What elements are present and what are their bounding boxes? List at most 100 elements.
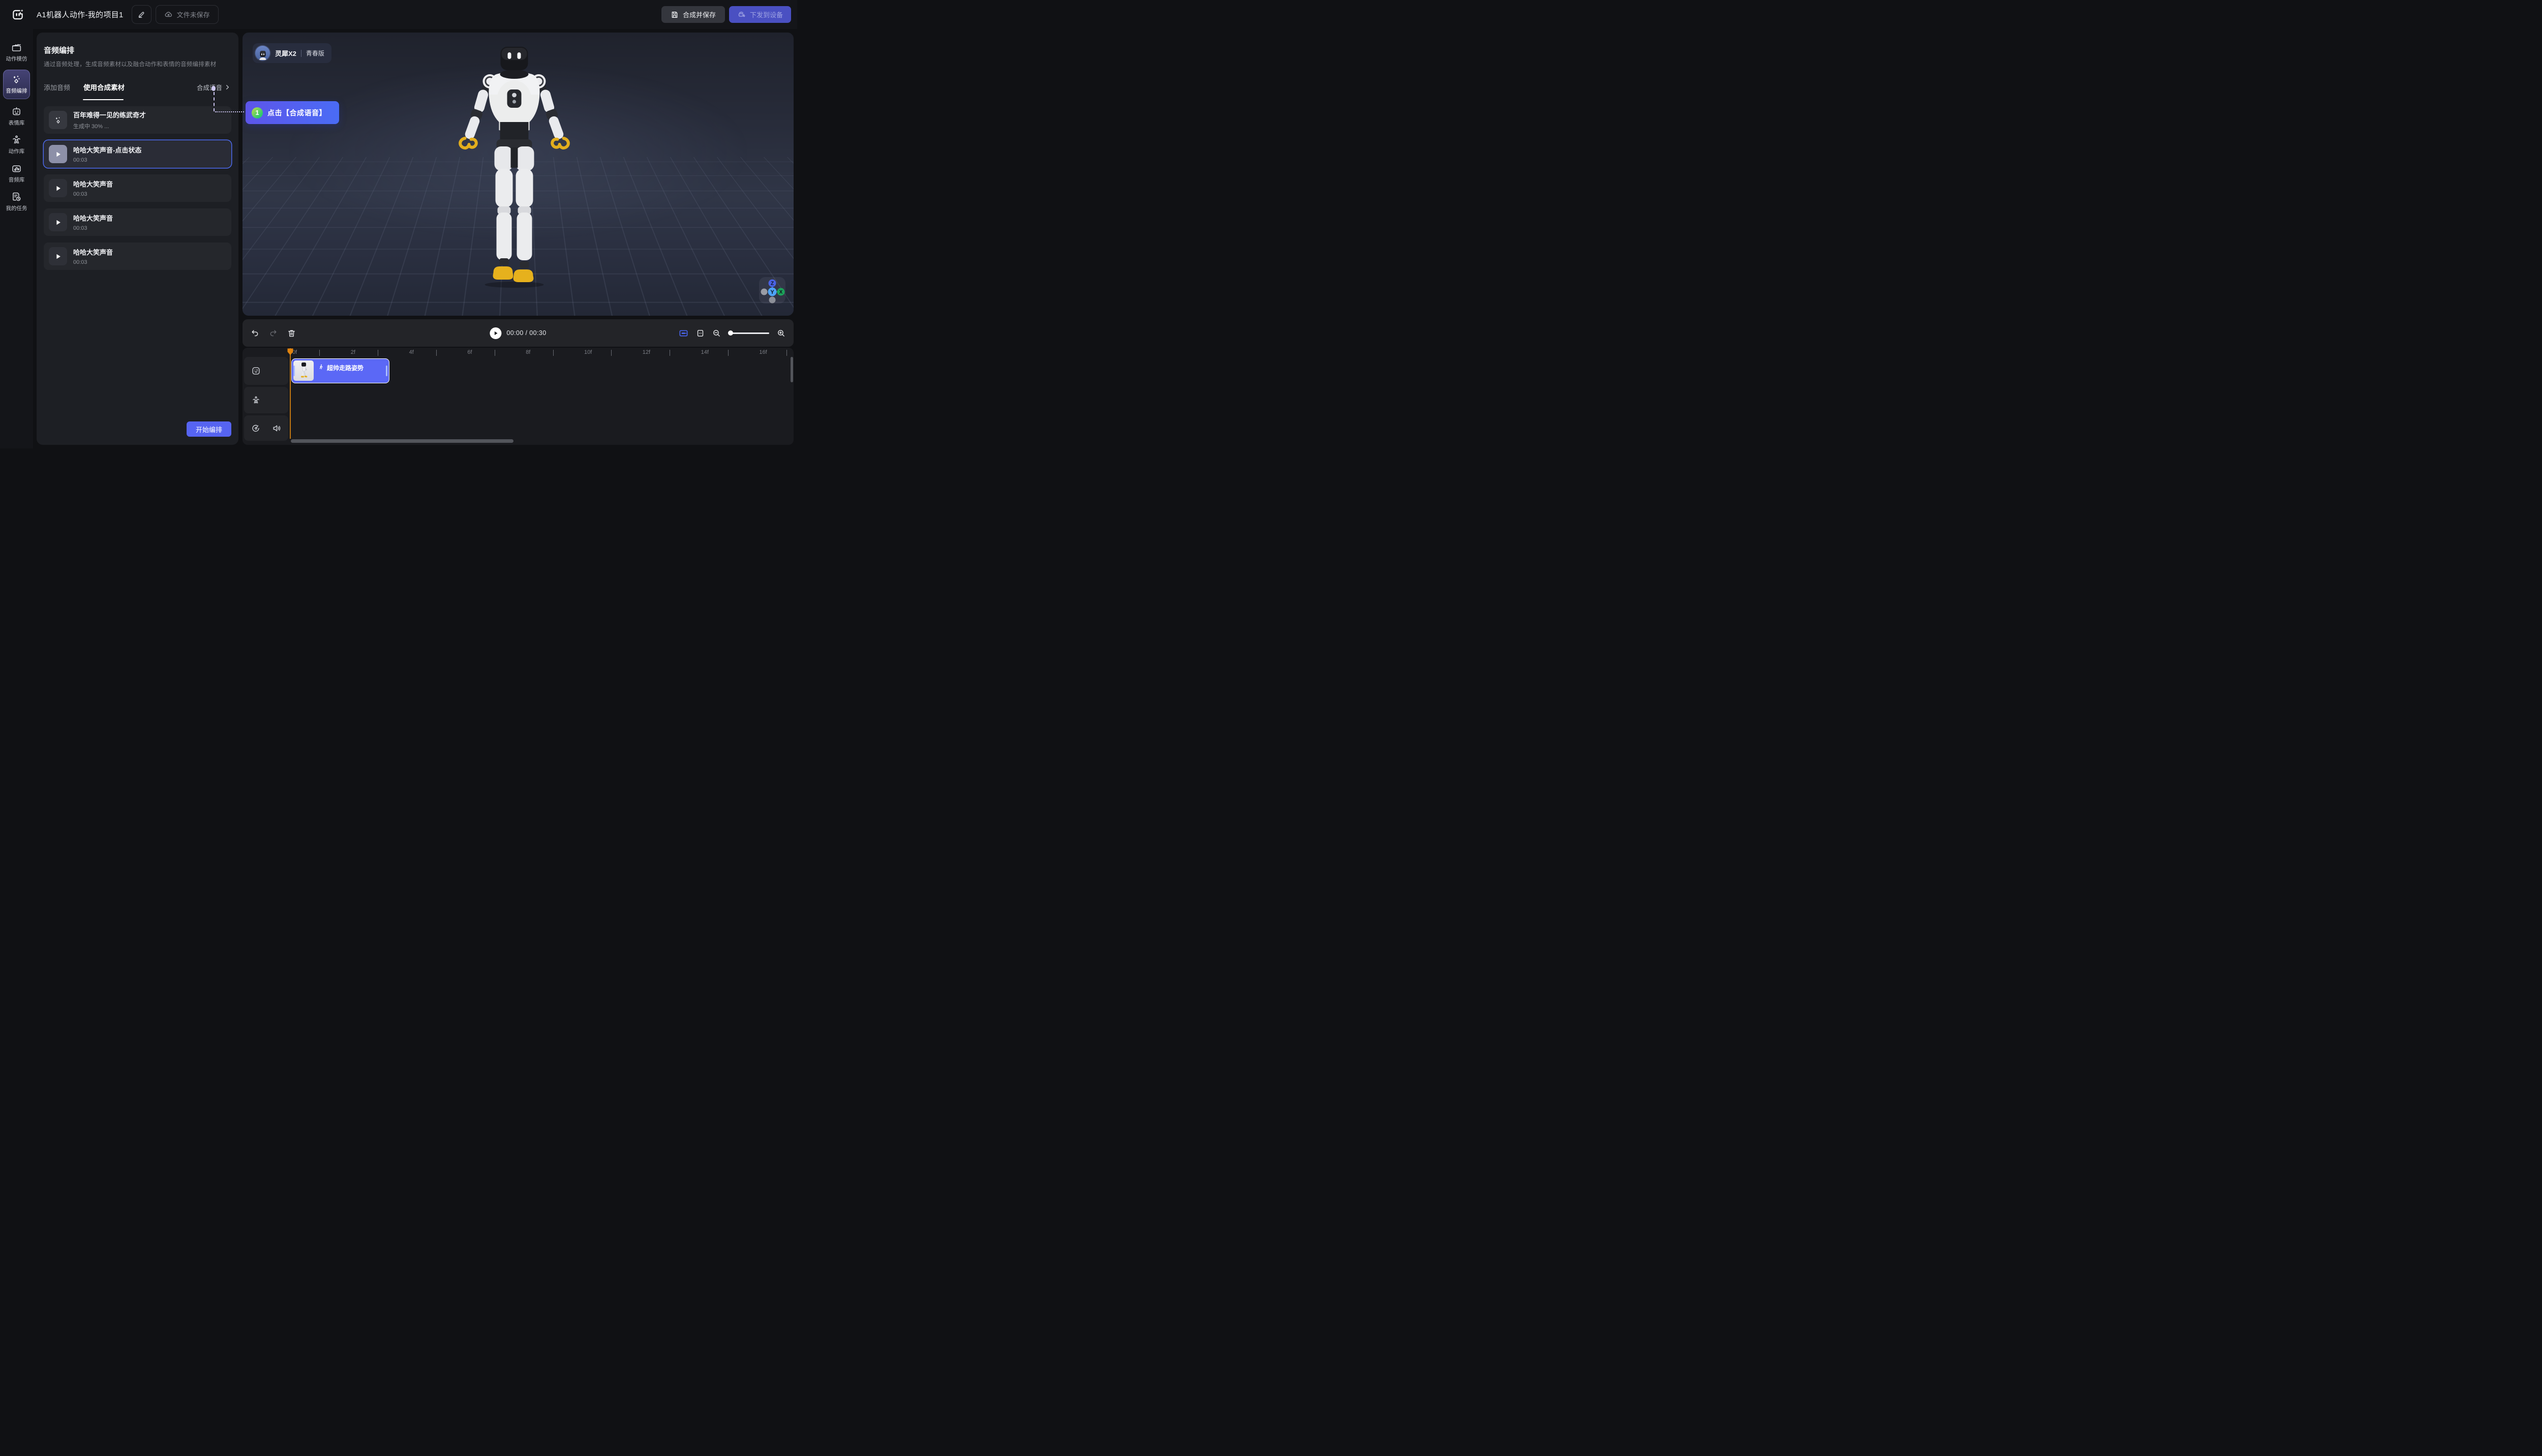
file-status-label: 文件未保存 <box>177 10 210 19</box>
track-header-expression[interactable] <box>244 357 288 385</box>
delete-clip-button[interactable] <box>287 329 296 338</box>
track-header-motion[interactable] <box>244 387 288 413</box>
clip-trim-handle-left[interactable] <box>293 366 295 376</box>
track-header-audio[interactable] <box>244 415 288 441</box>
guide-step-badge: 1 <box>252 107 263 118</box>
sidebar-item-motion-library[interactable]: 动作库 <box>0 131 33 159</box>
save-button[interactable]: 合成并保存 <box>661 6 725 23</box>
guide-connector-hline <box>215 111 244 112</box>
play-icon[interactable] <box>49 247 67 265</box>
sidebar-item-motion-mimic[interactable]: 动作模仿 <box>0 38 33 67</box>
robot-avatar <box>255 46 270 60</box>
audio-item-duration: 00:03 <box>73 225 113 231</box>
audio-item[interactable]: 哈哈大笑声音 00:03 <box>44 174 231 202</box>
tab-use-synth-material[interactable]: 使用合成素材 <box>83 82 125 92</box>
ruler-tick <box>786 350 787 356</box>
sparkles-icon <box>49 111 67 129</box>
clip-thumbnail <box>293 360 314 381</box>
vertical-scrollbar[interactable] <box>791 357 793 382</box>
svg-text:Y: Y <box>770 289 774 295</box>
fit-width-button[interactable] <box>696 329 705 338</box>
playhead-handle[interactable] <box>287 348 293 355</box>
audio-item-generating[interactable]: 百年难得一见的练武奇才 生成中 30% ... <box>44 106 231 134</box>
redo-button[interactable] <box>269 329 278 338</box>
zoom-in-icon[interactable] <box>777 329 785 338</box>
sidebar-item-label: 音频库 <box>9 176 25 184</box>
guide-tooltip[interactable]: 1 点击【合成语音】 <box>246 101 339 124</box>
playhead-line[interactable] <box>290 348 291 439</box>
audio-item[interactable]: 哈哈大笑声音 00:03 <box>44 208 231 236</box>
audio-item-selected[interactable]: 哈哈大笑声音-点击状态 00:03 <box>44 140 231 168</box>
rename-project-button[interactable] <box>132 5 152 24</box>
horizontal-scrollbar[interactable] <box>291 439 513 443</box>
robot-download-icon <box>737 10 746 19</box>
save-disk-icon <box>671 11 679 19</box>
robot-viewport[interactable]: 灵犀X2 青春版 1 点击【合成语音】 Z X Y <box>243 33 794 316</box>
play-icon[interactable] <box>49 145 67 163</box>
robot-model-badge[interactable]: 灵犀X2 青春版 <box>253 43 331 63</box>
time-display: 00:00 / 00:30 <box>506 329 546 337</box>
active-tab-underline <box>83 99 124 100</box>
play-icon[interactable] <box>49 179 67 197</box>
ruler-tick <box>436 350 437 356</box>
sidebar-item-my-tasks[interactable]: 我的任务 <box>0 188 33 216</box>
sidebar-item-label: 动作库 <box>9 147 25 155</box>
start-arrange-button[interactable]: 开始编排 <box>187 421 231 437</box>
ruler-tick <box>611 350 612 356</box>
timeline-tracks[interactable]: 0f2f4f6f8f10f12f14f16f <box>243 348 794 445</box>
ruler-label: 4f <box>409 349 414 355</box>
cloud-off-icon <box>164 10 173 19</box>
svg-text:X: X <box>779 290 783 295</box>
deploy-button-label: 下发到设备 <box>750 10 783 19</box>
ruler-tick <box>728 350 729 356</box>
clapperboard-icon <box>11 42 22 53</box>
sidebar-item-label: 表情库 <box>9 119 25 127</box>
top-bar: A1机器人动作-我的项目1 文件未保存 合成并保存 <box>0 0 797 29</box>
zoom-slider-thumb[interactable] <box>728 330 733 336</box>
guide-connector-dot <box>211 86 216 91</box>
ruler-label: 6f <box>467 349 472 355</box>
deploy-to-device-button[interactable]: 下发到设备 <box>729 6 791 23</box>
app-logo-icon <box>11 8 24 21</box>
audio-item-status: 生成中 30% ... <box>73 122 146 130</box>
robot-edition: 青春版 <box>306 49 324 57</box>
ruler-label: 10f <box>584 349 592 355</box>
zoom-out-icon[interactable] <box>712 329 721 338</box>
panel-description: 通过音频处理，生成音频素材以及融合动作和表情的音频编排素材 <box>44 60 231 68</box>
ruler-tick <box>553 350 554 356</box>
tab-add-audio[interactable]: 添加音频 <box>44 82 70 92</box>
pencil-icon <box>137 11 145 19</box>
sidebar-item-label: 音频编排 <box>6 87 27 95</box>
play-icon[interactable] <box>49 213 67 231</box>
axis-gizmo[interactable]: Z X Y <box>759 277 785 304</box>
chevron-right-icon <box>225 84 230 90</box>
panel-tabs: 添加音频 使用合成素材 合成语音 <box>44 82 231 92</box>
synth-voice-label: 合成语音 <box>197 82 222 92</box>
file-status-button[interactable]: 文件未保存 <box>156 5 219 24</box>
audio-item-duration: 00:03 <box>73 259 113 265</box>
ruler-label: 2f <box>351 349 355 355</box>
guide-connector-vline <box>214 92 215 111</box>
audio-item[interactable]: 哈哈大笑声音 00:03 <box>44 242 231 270</box>
audio-item-title: 哈哈大笑声音 <box>73 247 113 257</box>
robot-model[interactable] <box>451 46 578 289</box>
wink-face-icon <box>251 366 261 376</box>
fit-view-button[interactable] <box>679 328 688 338</box>
person-icon <box>251 396 261 405</box>
sidebar-item-expression-library[interactable]: 表情库 <box>0 102 33 131</box>
timeline-ruler[interactable]: 0f2f4f6f8f10f12f14f16f <box>243 348 794 356</box>
timeline-clip-walk-pose[interactable]: 超帅走路姿势 <box>291 358 389 383</box>
sidebar-item-audio-library[interactable]: 音频库 <box>0 159 33 188</box>
undo-button[interactable] <box>251 329 259 338</box>
person-icon <box>11 135 22 145</box>
audio-item-title: 哈哈大笑声音-点击状态 <box>73 145 141 155</box>
audio-item-duration: 00:03 <box>73 157 141 163</box>
left-nav-rail: 动作模仿 音频编排 表情库 动作库 <box>0 29 33 448</box>
sidebar-item-label: 我的任务 <box>6 204 27 212</box>
play-button[interactable] <box>490 327 501 339</box>
audio-item-title: 哈哈大笑声音 <box>73 213 113 223</box>
clip-trim-handle-right[interactable] <box>386 366 387 376</box>
sidebar-item-audio-arrange[interactable]: 音频编排 <box>3 70 30 99</box>
audio-sparkles-icon <box>11 74 22 85</box>
timeline-zoom-slider[interactable] <box>729 332 769 334</box>
